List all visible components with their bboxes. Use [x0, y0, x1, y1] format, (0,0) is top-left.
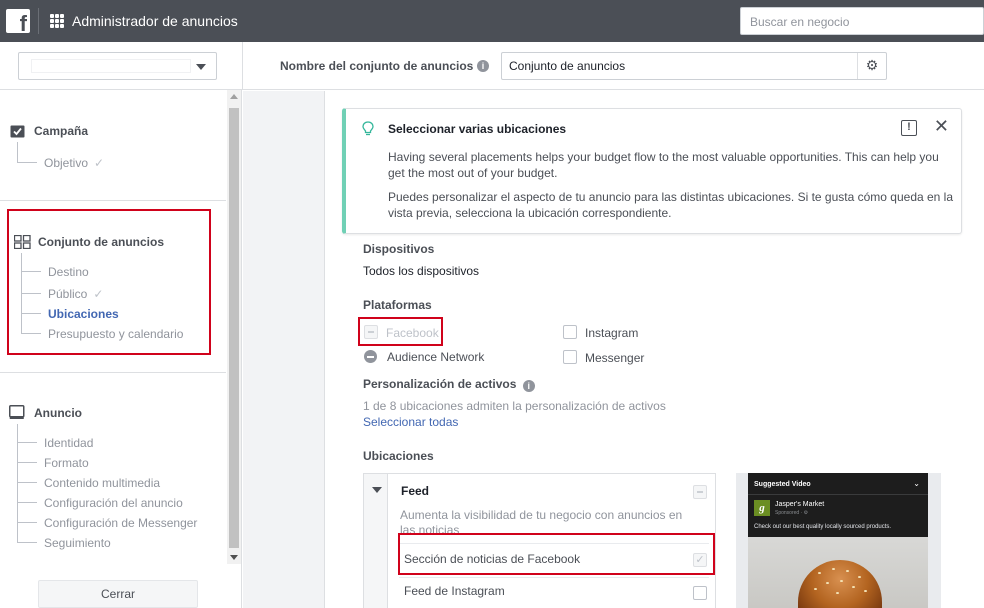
tree-line — [21, 333, 41, 334]
sidebar-item-seguimiento[interactable]: Seguimiento — [44, 536, 111, 550]
sidebar-item-configuracion-messenger[interactable]: Configuración de Messenger — [44, 516, 197, 530]
advertiser-logo: g — [754, 500, 770, 516]
sidebar-item-objetivo[interactable]: Objetivo ✓ — [44, 156, 104, 170]
devices-value[interactable]: Todos los dispositivos — [363, 264, 479, 278]
tree-line — [17, 522, 37, 523]
burger-bun — [798, 560, 882, 608]
placement-instagram-feed-checkbox[interactable] — [693, 586, 707, 600]
tip-title: Seleccionar varias ubicaciones — [388, 122, 567, 136]
adset-name-input[interactable]: Conjunto de anuncios ⚙ — [501, 52, 887, 80]
ad-preview: Suggested Video ⌄ g Jasper's Market Spon… — [736, 473, 941, 608]
account-select-value — [31, 59, 191, 73]
campaign-checkbox-icon — [10, 125, 25, 138]
sidebar-divider — [0, 200, 226, 201]
sidebar-item-identidad[interactable]: Identidad — [44, 436, 93, 450]
adset-header: Nombre del conjunto de anuncios i Conjun… — [0, 42, 984, 90]
adset-grid-icon — [14, 235, 31, 249]
tree-line — [17, 162, 37, 163]
tree-line — [17, 142, 18, 162]
platforms-label: Plataformas — [363, 298, 432, 312]
gear-icon[interactable]: ⚙ — [857, 53, 886, 79]
scroll-thumb[interactable] — [229, 108, 239, 548]
sidebar-item-publico[interactable]: Público ✓ — [48, 287, 103, 301]
feed-group-label[interactable]: Feed — [401, 484, 429, 498]
check-icon: ✓ — [93, 287, 104, 301]
tree-line — [17, 482, 37, 483]
facebook-logo-icon[interactable]: f — [6, 9, 30, 35]
tree-line — [21, 271, 41, 272]
feed-group-checkbox[interactable] — [693, 485, 707, 499]
ad-description: Check out our best quality locally sourc… — [754, 524, 892, 530]
asset-customization-label: Personalización de activos i — [363, 377, 535, 392]
app-title[interactable]: Administrador de anuncios — [72, 13, 238, 29]
tree-line — [21, 293, 41, 294]
instagram-checkbox[interactable] — [563, 325, 577, 339]
ad-monitor-icon — [9, 405, 25, 419]
check-icon: ✓ — [94, 156, 105, 170]
sidebar-item-presupuesto[interactable]: Presupuesto y calendario — [48, 327, 183, 341]
preview-header: Suggested Video — [754, 481, 811, 488]
ad-image-burger — [748, 537, 928, 608]
sidebar-divider — [0, 372, 226, 373]
sidebar-section-campaign[interactable]: Campaña — [34, 124, 88, 138]
placements-label: Ubicaciones — [363, 449, 434, 463]
row-divider — [399, 577, 709, 578]
asset-customization-note: 1 de 8 ubicaciones admiten la personaliz… — [363, 399, 666, 413]
sidebar: Campaña Objetivo ✓ Conjunto de anuncios D… — [0, 90, 242, 608]
info-icon[interactable]: i — [522, 380, 535, 392]
info-icon[interactable]: i — [477, 60, 489, 72]
search-input[interactable]: Buscar en negocio — [740, 7, 984, 35]
sponsored-label: Sponsored · ⚙ — [775, 510, 809, 516]
tree-line — [21, 313, 41, 314]
tree-line — [17, 442, 37, 443]
platform-audience-network-label: Audience Network — [387, 350, 485, 364]
chevron-down-icon: ⌄ — [913, 479, 920, 488]
scroll-down-arrow-icon[interactable] — [230, 555, 238, 560]
chevron-down-icon — [196, 64, 206, 70]
apps-grid-icon[interactable] — [50, 14, 64, 28]
top-bar: f Administrador de anuncios Buscar en ne… — [0, 0, 984, 42]
sidebar-scrollbar[interactable] — [227, 90, 241, 564]
header-divider — [242, 42, 243, 90]
adset-name-label: Nombre del conjunto de anuncios i — [280, 59, 489, 73]
tree-line — [17, 502, 37, 503]
placement-instagram-feed-label: Feed de Instagram — [404, 584, 505, 598]
minus-circle-icon[interactable] — [364, 350, 377, 363]
sidebar-section-adset[interactable]: Conjunto de anuncios — [38, 235, 164, 249]
account-select[interactable] — [18, 52, 217, 80]
sidebar-item-ubicaciones[interactable]: Ubicaciones — [48, 307, 119, 321]
platform-messenger-label: Messenger — [585, 351, 645, 365]
sidebar-item-destino[interactable]: Destino — [48, 265, 89, 279]
advertiser-name: Jasper's Market — [775, 501, 825, 508]
tip-card: Seleccionar varias ubicaciones ! ✕ Havin… — [342, 108, 962, 234]
sidebar-section-ad[interactable]: Anuncio — [34, 406, 82, 420]
preview-divider — [748, 494, 928, 495]
platform-instagram-label: Instagram — [585, 326, 639, 340]
select-all-link[interactable]: Seleccionar todas — [363, 415, 458, 429]
placements-toggle-column[interactable] — [364, 474, 388, 608]
highlight-box — [398, 533, 715, 575]
facebook-checkbox[interactable] — [364, 325, 378, 339]
phone-preview: Suggested Video ⌄ g Jasper's Market Spon… — [748, 473, 928, 608]
sidebar-item-configuracion-anuncio[interactable]: Configuración del anuncio — [44, 496, 183, 510]
close-icon[interactable]: ✕ — [934, 116, 949, 136]
chevron-down-icon[interactable] — [372, 487, 382, 493]
scroll-up-arrow-icon[interactable] — [230, 94, 238, 99]
messenger-checkbox[interactable] — [563, 350, 577, 364]
sidebar-item-contenido-multimedia[interactable]: Contenido multimedia — [44, 476, 160, 490]
tree-line — [17, 462, 37, 463]
tip-text-customize: Puedes personalizar el aspecto de tu anu… — [388, 190, 954, 220]
close-button[interactable]: Cerrar — [38, 580, 198, 608]
feedback-icon[interactable]: ! — [901, 120, 917, 136]
topbar-divider — [38, 8, 39, 34]
sidebar-item-formato[interactable]: Formato — [44, 456, 89, 470]
devices-label: Dispositivos — [363, 242, 435, 256]
tree-line — [17, 542, 37, 543]
lightbulb-icon — [362, 121, 374, 136]
platform-facebook-label: Facebook — [386, 326, 439, 340]
tip-text-budget: Having several placements helps your bud… — [388, 150, 939, 180]
